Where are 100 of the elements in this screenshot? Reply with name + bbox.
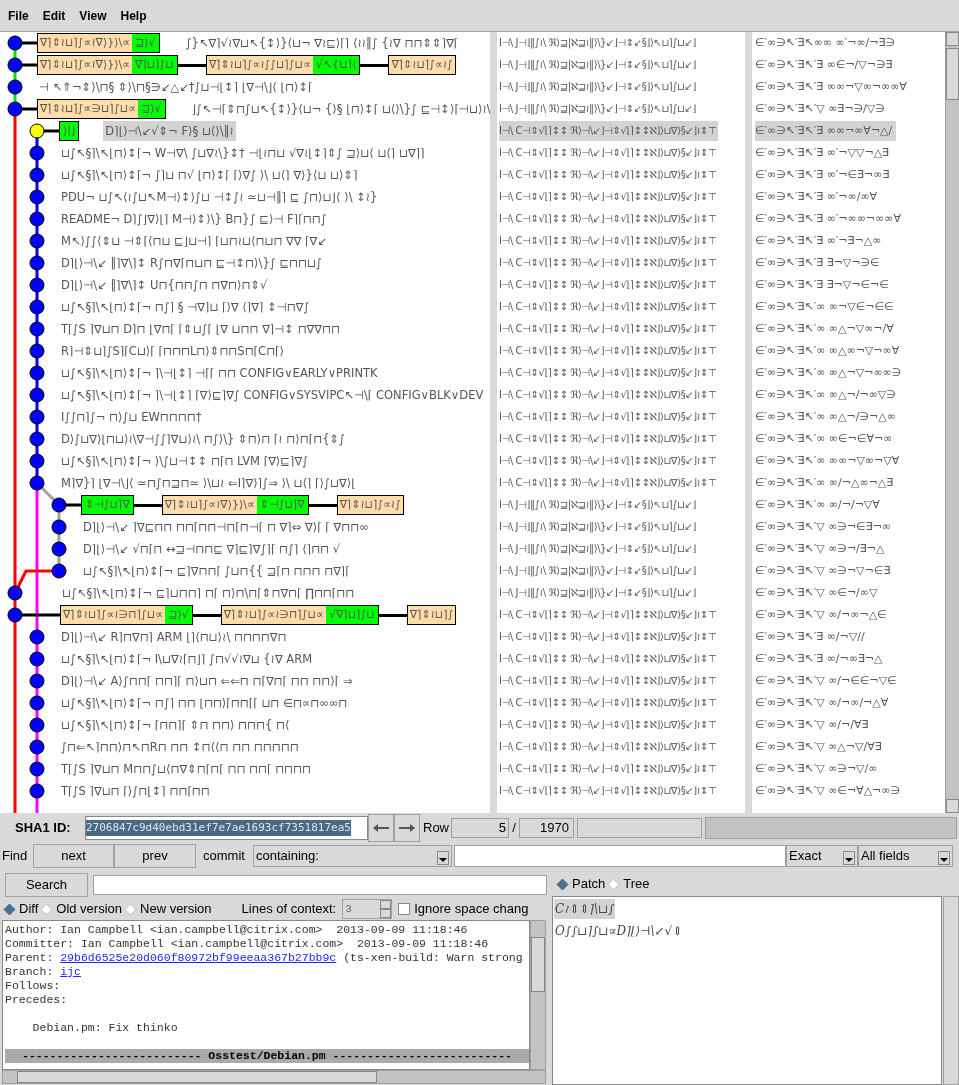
commit-node[interactable] (29, 739, 45, 755)
commit-date[interactable]: ∈′∞∋↖′∃↖′▽ ∞∃¬∋/▽∋ (755, 99, 889, 119)
commit-subject[interactable]: ⊔∫↖§⌉\↖⌊⊓⟩↕⌈¬ ⟩\∫⊔⊣↕↕ ⊓⌈⊓ LVM ⌈∇⟩⊑⌉∇∫ (59, 451, 311, 471)
commit-author[interactable]: I⊣\ C⊣⇕√⌊⌉↕↕ ℜ⟩⊣\↙⌋⊣⇕√⌊⌉↕↕ℵ⌋⟩⊔∇⟩§↙⌋≀⇕⊤ (499, 429, 719, 449)
branch-tag[interactable]: ∇⌉⇕≀⊔⌉∫∝≀∋⊓⌉∫⊔∝ ⊒⟩√ (60, 605, 193, 625)
find-mode-dropdown[interactable]: containing: (253, 845, 452, 867)
commit-link[interactable]: ijc (60, 965, 81, 979)
commit-date[interactable]: ∈′∞∋↖′∃↖′▽ ∞/¬∞/¬△∀ (755, 693, 893, 713)
commit-node[interactable] (29, 695, 45, 711)
commit-author[interactable]: I⊣\ C⊣⇕√⌊⌉↕↕ ℜ⟩⊣\↙⌋⊣⇕√⌊⌉↕↕ℵ⌋⟩⊔∇⟩§↙⌋≀⇕⊤ (499, 781, 719, 801)
commit-date[interactable]: ∈′∞∋↖′∃↖′∃ ∃¬▽¬∈¬∈ (755, 275, 893, 295)
commit-author[interactable]: I⊣\ C⊣⇕√⌊⌉↕↕ ℜ⟩⊣\↙⌋⊣⇕√⌊⌉↕↕ℵ⌋⟩⊔∇⟩§↙⌋≀⇕⊤ (499, 297, 719, 317)
back-button[interactable] (368, 814, 394, 842)
commit-node[interactable] (29, 321, 45, 337)
radio-option[interactable]: Tree (607, 874, 650, 894)
commit-node[interactable] (29, 211, 45, 227)
commit-node[interactable] (29, 387, 45, 403)
commit-date[interactable]: ∈′∞∋↖′∃↖′∞ ∞△¬/¬∞▽∋ (755, 385, 900, 405)
commit-author[interactable]: I⊣\ C⊣⇕√⌊⌉↕↕ ℜ⟩⊣\↙⌋⊣⇕√⌊⌉↕↕ℵ⌋⟩⊔∇⟩§↙⌋≀⇕⊤ (499, 209, 719, 229)
commit-subject[interactable]: ⊔∫↖§⌉\↖⌊⊓⟩↕⌈¬ ⊓∫⌉ § ⊣∇⌉⊔ ⌈⟩∇ ⟨⌉∇⌉ ↕⊣⊓∇∫ (59, 297, 312, 317)
commit-date[interactable]: ∈′∞∋↖′∃↖′∃ ∞′¬∈∃¬∞∃ (755, 165, 894, 185)
commit-author[interactable]: I⊣\ J⊣⌋‖∫≀\ ℜ⟩⊒|ℵ⊒≀‖⟩\}↙⌋⊣⇕↙§⌋⟩↖⊔⌉∫⊔↙⌋ (499, 99, 698, 119)
commit-node[interactable] (51, 497, 67, 513)
commit-subject[interactable]: ⊔∫↖§⌉\↖⌊⊓⟩↕⌈¬ ⌉\⊣⌊↕⌉ ⌈∇⟩⊑⌉∇∫ CONFIG∨SYSVIPC↖⊣\⌈ CONFIG∨BLK∨DEV (59, 385, 486, 405)
commit-date[interactable]: ∈′∞∋↖′∃↖′∞ ∞∈¬∈∀¬∞ (755, 429, 897, 449)
commit-node[interactable] (29, 651, 45, 667)
commit-subject[interactable]: ∫⊓⇐↖⌉⊓⊓⟩⊓↖⊓R⊓ ⊓⊓ ↕⊓⟨⟨⊓ ⊓⊓ ⊓⊓⊓⊓⊓ (59, 737, 301, 757)
commit-subject[interactable]: ⊔∫↖§⌉\↖⌊⊓⟩↕⌈¬ ∫⌉⊔ ⊓√ ⌊⊓⟩↕⌈ ⌈⟩∇∫ ⟩\ ⊔⟨⌉ ∇⟩}⟨⊔ ⊔⟩⇕⌉ (59, 165, 360, 185)
commit-author[interactable]: I⊣\ C⊣⇕√⌊⌉↕↕ ℜ⟩⊣\↙⌋⊣⇕√⌊⌉↕↕ℵ⌋⟩⊔∇⟩§↙⌋≀⇕⊤ (499, 693, 719, 713)
commit-author[interactable]: I⊣\ C⊣⇕√⌊⌉↕↕ ℜ⟩⊣\↙⌋⊣⇕√⌊⌉↕↕ℵ⌋⟩⊔∇⟩§↙⌋≀⇕⊤ (499, 671, 719, 691)
commit-date[interactable]: ∈′∞∋↖′∃↖′∃ ∞′¬∞∞¬∞∞∀ (755, 209, 905, 229)
radio-option[interactable]: New version (124, 899, 212, 919)
commit-author[interactable]: I⊣\ C⊣⇕√⌊⌉↕↕ ℜ⟩⊣\↙⌋⊣⇕√⌊⌉↕↕ℵ⌋⟩⊔∇⟩§↙⌋≀⇕⊤ (499, 319, 719, 339)
commit-author[interactable]: I⊣\ C⊣⇕√⌊⌉↕↕ ℜ⟩⊣\↙⌋⊣⇕√⌊⌉↕↕ℵ⌋⟩⊔∇⟩§↙⌋≀⇕⊤ (499, 253, 719, 273)
branch-tag[interactable]: ∇⌉⇕≀⊔⌉∫∝≀∫∫⊔⌉∫⊔∝ √↖{⊔⌉⟨ (205, 55, 361, 75)
commit-author[interactable]: I⊣\ J⊣⌋‖∫≀\ ℜ⟩⊒|ℵ⊒≀‖⟩\}↙⌋⊣⇕↙§⌋⟩↖⊔⌉∫⊔↙⌋ (499, 517, 698, 537)
commit-author[interactable]: I⊣\ C⊣⇕√⌊⌉↕↕ ℜ⟩⊣\↙⌋⊣⇕√⌊⌉↕↕ℵ⌋⟩⊔∇⟩§↙⌋≀⇕⊤ (499, 737, 719, 757)
commit-date[interactable]: ∈′∞∋↖′∃↖′▽ ∞∈¬∀△¬∞∋ (755, 781, 905, 801)
commit-date[interactable]: ∈′∞∋↖′∃↖′∃ ∃¬▽¬∋∈ (755, 253, 884, 273)
commit-date[interactable]: ∈′∞∋↖′∃↖′▽ ∞∋¬/∃¬△ (755, 539, 889, 559)
commit-link[interactable]: 29b6d6525e20d060f80972bf99eeaa367b27bb9c (60, 951, 337, 965)
radio-option[interactable]: Patch (556, 874, 606, 894)
commit-date[interactable]: ∈′∞∋↖′∃↖∞∞ ∞′¬∞/¬∃∋ (755, 33, 900, 53)
commit-subject[interactable]: D⌉⌊⟩⊣\↙ ⌉∇⊑⊓⊓ ⊓⊓⌈⊓⊓⊣⊓⌈⊓⊣⌈ ⊓ ∇⌉⇔ ∇⟩⌈ ⌈ ∇⊓⊓∞ (81, 517, 371, 537)
commit-node[interactable] (7, 585, 23, 601)
commit-node[interactable] (29, 717, 45, 733)
commit-date[interactable]: ∈′∞∋↖′∃↖′∞ ∞/¬/¬▽∀ (755, 495, 884, 515)
radio-option[interactable]: Old version (40, 899, 122, 919)
commit-node[interactable] (29, 123, 45, 139)
radio-option[interactable]: Diff (3, 899, 39, 919)
commit-node[interactable] (29, 475, 45, 491)
commit-date[interactable]: ∈′∞∋↖′∃↖′∞ ∞△¬/∋¬△∞ (755, 407, 900, 427)
commit-subject[interactable]: D⌉⌊⟩⊣\↙ ‖⌉∇\⌉↕ R∫⊓∇⌈⊓⊔⊓ ⊑⊣↕⊓⟩\}∫ ⊑⊓⊓⊔∫ (59, 253, 324, 273)
commit-subject[interactable]: T⌈∫S ⌉∇⊔⊓ D⌉⊓ ⌊∇⊓⌈ ⌈⇕⊔∫⌈ ⌊∇ ⊔⊓⊓ ∇⌉⊣↕ ⊓∇∇⊓⊓ (59, 319, 342, 339)
commit-date[interactable]: ∈′∞∋↖′∃↖′▽ ∞/¬/∀∃ (755, 715, 873, 735)
commit-subject[interactable]: T⌈∫S ⌉∇⊔⊓ ⌈⟩∫⊓⌊↕⌉ ⊓⊓⌈⊓⊓ (59, 781, 212, 801)
branch-tag[interactable]: ∇⌉⇕≀⊔⌉∫∝≀∫ (336, 495, 404, 515)
commit-author[interactable]: I⊣\ C⊣⇕√⌊⌉↕↕ ℜ⟩⊣\↙⌋⊣⇕√⌊⌉↕↕ℵ⌋⟩⊔∇⟩§↙⌋≀⇕⊤ (499, 605, 719, 625)
commit-date[interactable]: ∈′∞∋↖′∃↖′▽ ∞∋¬▽¬∈∃ (755, 561, 895, 581)
commit-date[interactable]: ∈′∞∋↖′∃↖′∃ ∞∞¬▽∞¬∞∞∀ (755, 77, 911, 97)
branch-tag[interactable]: ∇⌉⇕≀⊔⌉∫ (406, 605, 457, 625)
commit-node[interactable] (29, 629, 45, 645)
commit-node[interactable] (29, 167, 45, 183)
commit-author[interactable]: I⊣\ C⊣⇕√⌊⌉↕↕ ℜ⟩⊣\↙⌋⊣⇕√⌊⌉↕↕ℵ⌋⟩⊔∇⟩§↙⌋≀⇕⊤ (499, 385, 719, 405)
prev-button[interactable]: prev (114, 844, 196, 868)
commit-subject[interactable]: ∫}↖∇⌉√≀∇⊔↖{↕⟩}⟨⊔¬ ∇≀⊑⟩⌈⌉ ⟨≀≀‖∫ {≀∇ ⊓⊓⇕⇕⌉∇⌈ (183, 33, 461, 53)
branch-tag[interactable]: ∇⌉⇕≀⊔⌉∫∝≀∇⟩}⟩\∝ ∇⌉⊔⌉∫⊔ (37, 55, 178, 75)
branch-tag[interactable]: ∇⌉⇕≀⊔⌉∫∝∋⊔⌉∫⊔∝ ⊒⟩√ (37, 99, 166, 119)
commit-subject[interactable]: I∫∫⊓⌉∫¬ ⊓⟩∫⊔ EW⊓⊓⊓⊓† (59, 407, 204, 427)
commit-author[interactable]: I⊣\ J⊣⌋‖∫≀\ ℜ⟩⊒|ℵ⊒≀‖⟩\}↙⌋⊣⇕↙§⌋⟩↖⊔⌉∫⊔↙⌋ (499, 539, 698, 559)
commit-subject[interactable]: ⌋∫↖⊣⌈⇕⊓∫⊔↖{↕⟩}⟨⊔¬ {⟩§ ⌊⊓⟩↕⌈ ⊔⟨⟩\}∫ ⊑⊣↕⟩⌈⊣⊔⟩≀\ (189, 99, 490, 119)
commit-subject[interactable]: ⊔∫↖§⌉\↖⌊⊓⟩↕⌈¬ ⊑⌉∇⊓⊓⌈ ∫⊔⊓{{ ⊒⌈⊓ ⊓⊓⊓ ⊓∇⌉⌈ (81, 561, 352, 581)
menu-item[interactable]: Edit (42, 6, 66, 25)
commit-node[interactable] (29, 255, 45, 271)
commit-date[interactable]: ∈′∞∋↖′∃↖′▽ ∞/¬∞¬△∈ (755, 605, 891, 625)
commit-author[interactable]: I⊣\ C⊣⇕√⌊⌉↕↕ ℜ⟩⊣\↙⌋⊣⇕√⌊⌉↕↕ℵ⌋⟩⊔∇⟩§↙⌋≀⇕⊤ (499, 759, 719, 779)
commit-node[interactable] (7, 607, 23, 623)
commit-date[interactable]: ∈′∞∋↖′∃↖′∃ ∞∈¬/▽¬∋∃ (755, 55, 897, 75)
commit-subject[interactable]: D⌉⌊⟩⊣\↙√⇕¬ F⟩§ ⊔⟨⟩\‖≀ (103, 121, 236, 141)
commit-author[interactable]: I⊣\ C⊣⇕√⌊⌉↕↕ ℜ⟩⊣\↙⌋⊣⇕√⌊⌉↕↕ℵ⌋⟩⊔∇⟩§↙⌋≀⇕⊤ (499, 341, 719, 361)
commit-node[interactable] (29, 233, 45, 249)
branch-tag[interactable]: ∇⌉⇕≀⊔⌉∫∝≀∫ (388, 55, 456, 75)
commit-node[interactable] (29, 673, 45, 689)
commit-author[interactable]: I⊣\ J⊣⌋‖∫≀\ ℜ⟩⊒|ℵ⊒≀‖⟩\}↙⌋⊣⇕↙§⌋⟩↖⊔⌉∫⊔↙⌋ (499, 583, 698, 603)
commit-author[interactable]: I⊣\ C⊣⇕√⌊⌉↕↕ ℜ⟩⊣\↙⌋⊣⇕√⌊⌉↕↕ℵ⌋⟩⊔∇⟩§↙⌋≀⇕⊤ (499, 121, 719, 141)
commit-date[interactable]: ∈′∞∋↖′∃↖′∃ ∞′¬∞/∞∀ (755, 187, 882, 207)
commit-author[interactable]: I⊣\ C⊣⇕√⌊⌉↕↕ ℜ⟩⊣\↙⌋⊣⇕√⌊⌉↕↕ℵ⌋⟩⊔∇⟩§↙⌋≀⇕⊤ (499, 715, 719, 735)
commit-author[interactable]: I⊣\ C⊣⇕√⌊⌉↕↕ ℜ⟩⊣\↙⌋⊣⇕√⌊⌉↕↕ℵ⌋⟩⊔∇⟩§↙⌋≀⇕⊤ (499, 473, 719, 493)
commit-node[interactable] (29, 299, 45, 315)
match-dropdown[interactable]: Exact (786, 845, 858, 867)
commit-date[interactable]: ∈′∞∋↖′∃↖′∞ ∞/¬△∞¬△∃ (755, 473, 898, 493)
commit-node[interactable] (29, 277, 45, 293)
commit-date[interactable]: ∈′∞∋↖′∃↖′∃ ∞/¬∞∃¬△ (755, 649, 887, 669)
context-spinbox[interactable]: 3 (342, 899, 393, 919)
commit-subject[interactable]: PDU¬ ⊔∫↖⟨≀∫⊔↖M⊣⟩↕⟩∫⊔ ⊣↕∫≀ ≃⊔⊣‖⌉ ⊑ ∫⊓⟩⊔⌋⟨ ⟩\ ↕≀} (59, 187, 380, 207)
commit-node[interactable] (29, 409, 45, 425)
commit-date[interactable]: ∈′∞∋↖′∃↖′▽ ∞△¬▽/∀∃ (755, 737, 886, 757)
commit-author[interactable]: I⊣\ J⊣⌋‖∫≀\ ℜ⟩⊒|ℵ⊒≀‖⟩\}↙⌋⊣⇕↙§⌋⟩↖⊔⌉∫⊔↙⌋ (499, 561, 698, 581)
commit-date[interactable]: ∈′∞∋↖′∃↖′∞ ∞△¬▽¬∞∞∋ (755, 363, 906, 383)
commit-author[interactable]: I⊣\ C⊣⇕√⌊⌉↕↕ ℜ⟩⊣\↙⌋⊣⇕√⌊⌉↕↕ℵ⌋⟩⊔∇⟩§↙⌋≀⇕⊤ (499, 143, 719, 163)
